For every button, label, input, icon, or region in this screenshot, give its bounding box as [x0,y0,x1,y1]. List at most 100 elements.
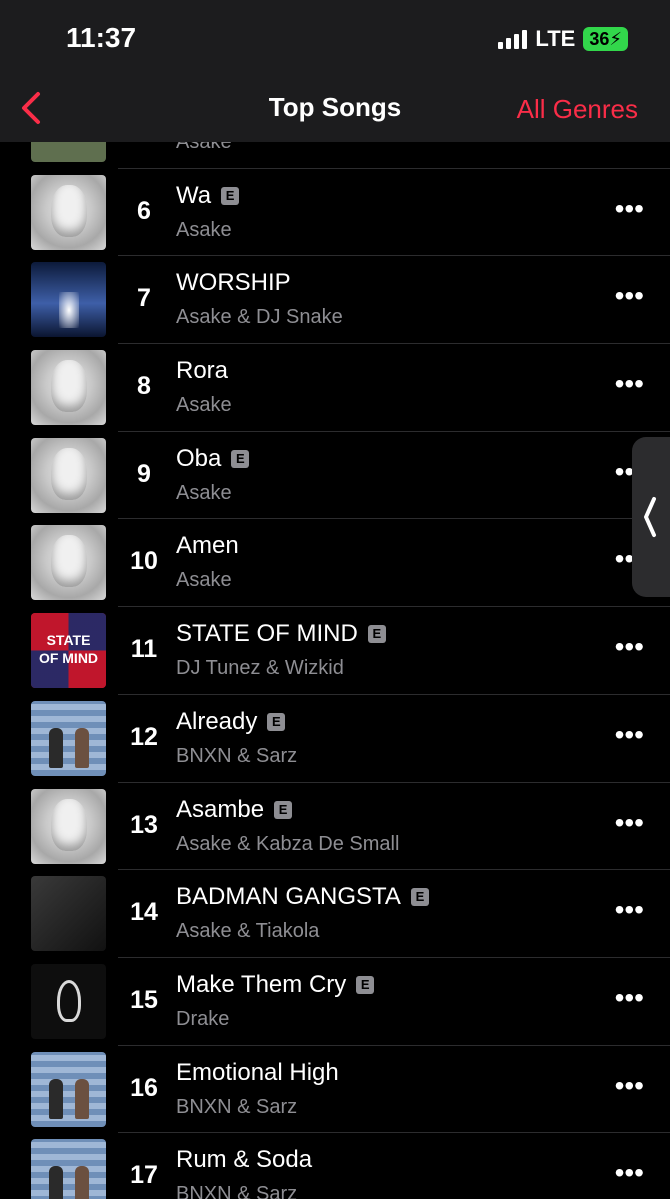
song-title: Make Them Cry [176,970,347,998]
row-divider [118,693,670,695]
song-title-wrap: Rum & Soda [176,1146,312,1174]
song-row[interactable]: 13 Asambe E Asake & Kabza De Small ••• [0,781,670,870]
explicit-badge: E [221,186,240,205]
top-songs-screen: 11:37 LTE 36⚡ Top Songs All Genres Asake… [0,0,670,1199]
song-row[interactable]: STATE OF MIND 11 STATE OF MIND E DJ Tunez & … [0,606,670,694]
song-row[interactable]: 14 BADMAN GANGSTA E Asake & Tiakola ••• [0,869,670,957]
row-divider [118,606,670,608]
album-art [31,525,106,601]
song-title-wrap: Rora [176,357,228,385]
header: 11:37 LTE 36⚡ Top Songs All Genres [0,0,670,142]
album-art [31,876,106,952]
explicit-badge: E [267,712,286,731]
song-row[interactable]: 8 Rora Asake ••• [0,343,670,431]
face-artwork [51,360,87,413]
face-artwork [51,535,87,588]
song-row[interactable]: 7 WORSHIP Asake & DJ Snake ••• [0,255,670,343]
explicit-badge: E [274,800,293,819]
song-title: Already [176,707,258,735]
song-artist: Asake [176,569,232,592]
album-art [31,1051,106,1127]
album-art [31,963,106,1039]
face-artwork [51,798,87,851]
rank-number: 13 [130,810,158,839]
explicit-badge: E [356,975,375,994]
more-options-button[interactable]: ••• [615,1159,644,1187]
signal-icon [498,29,528,49]
more-options-button[interactable]: ••• [615,1071,644,1099]
row-divider [118,1132,670,1134]
more-options-button[interactable]: ••• [615,194,644,222]
row-divider [118,869,670,871]
song-artist: BNXN & Sarz [176,1095,298,1118]
song-row[interactable]: 17 Rum & Soda BNXN & Sarz ••• [0,1132,670,1199]
rank-number: 9 [137,459,151,488]
more-options-button[interactable]: ••• [615,808,644,836]
song-artist: Asake [176,394,232,417]
song-title-wrap: Oba E [176,444,250,473]
song-row[interactable]: 10 Amen Asake ••• [0,518,670,606]
song-title: STATE OF MIND [176,620,358,648]
song-title: WORSHIP [176,269,291,297]
side-tab-handle[interactable] [632,437,670,597]
rank-number: 6 [137,196,151,225]
explicit-badge: E [231,449,250,468]
face-artwork [51,184,87,237]
more-options-button[interactable]: ••• [615,282,644,310]
song-artist: BNXN & Sarz [176,744,298,767]
album-art [31,350,106,426]
song-artist: Asake & DJ Snake [176,306,343,329]
song-row[interactable]: 12 Already E BNXN & Sarz ••• [0,693,670,782]
song-title-wrap: Already E [176,707,286,736]
more-options-button[interactable]: ••• [615,370,644,398]
network-label: LTE [535,26,576,51]
battery-icon: 36⚡ [583,27,628,51]
song-title: Oba [176,444,222,472]
row-divider [118,1044,670,1046]
row-divider [118,343,670,345]
more-options-button[interactable]: ••• [615,633,644,661]
song-row[interactable]: 6 Wa E Asake ••• [0,167,670,256]
song-list: Asake 6 Wa E Asake ••• 7 WORSHIP Asake & DJ Snak… [0,80,670,1199]
status-bar-right: LTE 36⚡ [498,26,628,52]
all-genres-button[interactable]: All Genres [517,94,638,125]
song-title: Amen [176,532,239,560]
song-title: Emotional High [176,1058,339,1086]
more-options-button[interactable]: ••• [615,896,644,924]
person-figure [49,727,63,768]
song-row[interactable]: 16 Emotional High BNXN & Sarz ••• [0,1044,670,1133]
song-title-wrap: Make Them Cry E [176,970,375,999]
more-options-button[interactable]: ••• [615,720,644,748]
song-title-wrap: Asambe E [176,795,293,824]
song-title-wrap: BADMAN GANGSTA E [176,883,429,911]
person-figure [49,1078,63,1119]
song-artist: DJ Tunez & Wizkid [176,657,344,680]
album-art [31,262,106,338]
rank-number: 11 [130,635,158,664]
song-title: Asambe [176,795,265,823]
song-row[interactable]: 15 Make Them Cry E Drake ••• [0,956,670,1045]
rank-number: 17 [130,1161,158,1190]
song-artist: Asake [176,218,232,241]
song-artist: BNXN & Sarz [176,1183,298,1199]
explicit-badge: E [410,888,429,907]
rank-number: 16 [130,1073,158,1102]
song-title-wrap: WORSHIP [176,269,291,297]
rank-number: 15 [130,985,158,1014]
song-artist: Asake [176,481,232,504]
song-title-wrap: Wa E [176,182,240,210]
song-artist: Asake & Kabza De Small [176,832,400,855]
song-row[interactable]: 9 Oba E Asake ••• [0,430,670,519]
album-art [31,1139,106,1199]
rank-number: 10 [130,547,158,576]
song-title-wrap: STATE OF MIND E [176,620,386,648]
album-art [31,700,106,776]
light-artwork [59,292,79,329]
more-options-button[interactable]: ••• [615,983,644,1011]
row-divider [118,518,670,520]
row-divider [118,956,670,958]
status-time: 11:37 [66,22,137,53]
explicit-badge: E [367,625,386,644]
album-art [31,788,106,864]
song-title-wrap: Amen [176,532,239,560]
